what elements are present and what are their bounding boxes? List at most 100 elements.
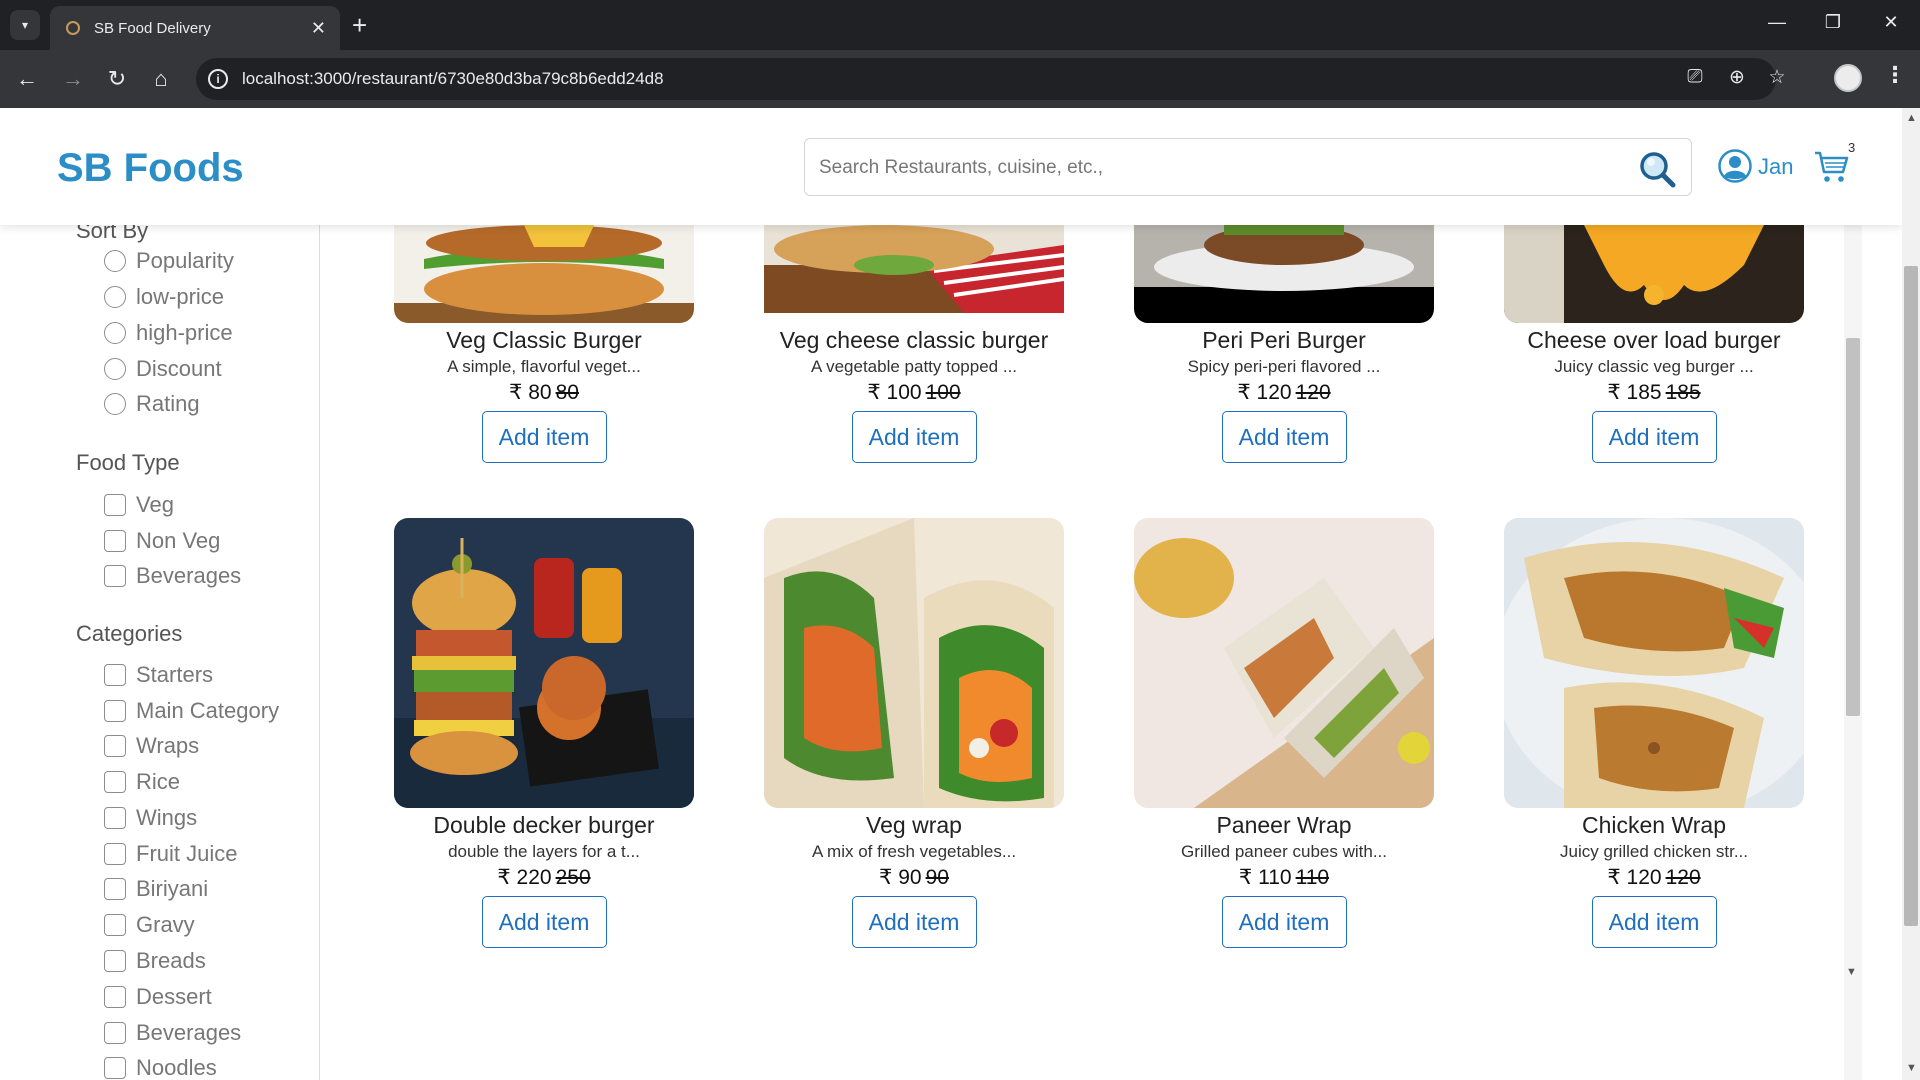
category-main-category[interactable]: Main Category (104, 697, 279, 725)
checkbox[interactable] (104, 950, 126, 972)
category-wraps[interactable]: Wraps (104, 732, 199, 760)
page-scroll-up-icon[interactable]: ▲ (1906, 112, 1917, 124)
sort-option-low-price[interactable]: low-price (104, 283, 224, 311)
bookmark-star-icon[interactable]: ☆ (1764, 66, 1790, 89)
add-item-button[interactable]: Add item (481, 896, 607, 948)
category-starters[interactable]: Starters (104, 661, 213, 689)
user-avatar-icon[interactable] (1718, 149, 1752, 183)
checkbox[interactable] (104, 878, 126, 900)
radio-button[interactable] (104, 286, 126, 308)
category-wings[interactable]: Wings (104, 804, 197, 832)
url-text[interactable]: localhost:3000/restaurant/6730e80d3ba79c… (242, 69, 664, 89)
product-image[interactable] (394, 225, 694, 323)
category-gravy[interactable]: Gravy (104, 911, 195, 939)
search-bar (804, 138, 1692, 196)
site-info-icon[interactable]: i (208, 69, 228, 89)
product-card: Veg cheese classic burger A vegetable pa… (764, 225, 1064, 463)
minimize-icon[interactable]: — (1762, 12, 1792, 33)
checkbox[interactable] (104, 986, 126, 1008)
food-type-non-veg[interactable]: Non Veg (104, 527, 220, 555)
product-card: Peri Peri Burger Spicy peri-peri flavore… (1134, 225, 1434, 463)
close-window-icon[interactable]: ✕ (1876, 12, 1906, 33)
product-description: Grilled paneer cubes with... (1181, 842, 1387, 861)
product-image[interactable] (1134, 518, 1434, 808)
product-image[interactable] (764, 225, 1064, 313)
current-price: ₹ 110 (1238, 866, 1292, 889)
tab-title: SB Food Delivery (94, 19, 211, 37)
search-icon[interactable] (1637, 149, 1677, 189)
product-image[interactable] (394, 518, 694, 808)
zoom-icon[interactable]: ⊕ (1724, 66, 1750, 89)
add-item-button[interactable]: Add item (1591, 896, 1717, 948)
new-tab-icon[interactable]: + (352, 10, 367, 40)
tab-search-dropdown-icon[interactable]: ▾ (10, 10, 40, 40)
category-biriyani[interactable]: Biriyani (104, 875, 208, 903)
radio-button[interactable] (104, 250, 126, 272)
checkbox[interactable] (104, 565, 126, 587)
checkbox[interactable] (104, 1022, 126, 1044)
add-item-button[interactable]: Add item (1221, 411, 1347, 463)
checkbox[interactable] (104, 664, 126, 686)
add-item-button[interactable]: Add item (1221, 896, 1347, 948)
user-name[interactable]: Jan (1758, 154, 1793, 180)
product-image[interactable] (764, 518, 1064, 808)
browser-menu-icon[interactable]: ⋮ (1884, 62, 1906, 88)
page-scrollbar-thumb[interactable] (1904, 266, 1918, 926)
category-dessert[interactable]: Dessert (104, 983, 212, 1011)
checkbox[interactable] (104, 771, 126, 793)
category-fruit-juice[interactable]: Fruit Juice (104, 840, 237, 868)
radio-button[interactable] (104, 322, 126, 344)
add-item-button[interactable]: Add item (1591, 411, 1717, 463)
brand-logo[interactable]: SB Foods (57, 146, 244, 191)
product-description: A vegetable patty topped ... (810, 357, 1018, 376)
page-scrollbar[interactable]: ▲ ▼ (1902, 108, 1920, 1080)
cart-icon[interactable] (1814, 150, 1850, 184)
sort-option-rating[interactable]: Rating (104, 390, 200, 418)
add-item-button[interactable]: Add item (851, 411, 977, 463)
food-type-beverages[interactable]: Beverages (104, 562, 241, 590)
category-noodles[interactable]: Noodles (104, 1054, 217, 1080)
food-type-veg[interactable]: Veg (104, 491, 174, 519)
product-description: Juicy classic veg burger ... (1554, 357, 1754, 376)
browser-tab[interactable]: SB Food Delivery ✕ (50, 6, 340, 50)
browser-toolbar: ← → ↻ ⌂ i localhost:3000/restaurant/6730… (0, 50, 1920, 108)
page-scroll-down-icon[interactable]: ▼ (1906, 1062, 1917, 1074)
product-image[interactable] (1504, 225, 1804, 323)
checkbox[interactable] (104, 914, 126, 936)
category-beverages[interactable]: Beverages (104, 1019, 241, 1047)
product-card: Veg wrap A mix of fresh vegetables... ₹ … (764, 518, 1064, 948)
reload-icon[interactable]: ↻ (102, 64, 132, 94)
back-icon[interactable]: ← (12, 64, 42, 94)
checkbox[interactable] (104, 494, 126, 516)
content-scrollbar-thumb[interactable] (1846, 338, 1860, 716)
sort-option-popularity[interactable]: Popularity (104, 247, 234, 275)
sort-option-high-price[interactable]: high-price (104, 319, 233, 347)
install-app-icon[interactable]: ⎚ (1682, 66, 1708, 88)
home-icon[interactable]: ⌂ (146, 64, 176, 94)
page-viewport: SB Foods Jan 3 Sort By Popularity l (0, 108, 1920, 1080)
add-item-button[interactable]: Add item (851, 896, 977, 948)
category-breads[interactable]: Breads (104, 947, 206, 975)
checkbox[interactable] (104, 735, 126, 757)
radio-button[interactable] (104, 358, 126, 380)
checkbox[interactable] (104, 700, 126, 722)
search-input[interactable] (819, 153, 1619, 183)
product-image[interactable] (1504, 518, 1804, 808)
original-price: 100 (925, 381, 961, 404)
original-price: 120 (1665, 866, 1701, 889)
restore-icon[interactable]: ❐ (1818, 12, 1848, 33)
radio-button[interactable] (104, 393, 126, 415)
checkbox[interactable] (104, 1057, 126, 1079)
checkbox[interactable] (104, 843, 126, 865)
forward-icon[interactable]: → (58, 64, 88, 94)
checkbox[interactable] (104, 807, 126, 829)
sort-option-discount[interactable]: Discount (104, 355, 222, 383)
profile-avatar-icon[interactable] (1834, 64, 1862, 92)
category-rice[interactable]: Rice (104, 768, 180, 796)
checkbox[interactable] (104, 530, 126, 552)
address-bar[interactable]: i localhost:3000/restaurant/6730e80d3ba7… (196, 58, 1786, 100)
product-image[interactable] (1134, 225, 1434, 323)
tab-close-icon[interactable]: ✕ (311, 18, 326, 39)
add-item-button[interactable]: Add item (481, 411, 607, 463)
content-scroll-down-icon[interactable]: ▼ (1846, 966, 1857, 978)
